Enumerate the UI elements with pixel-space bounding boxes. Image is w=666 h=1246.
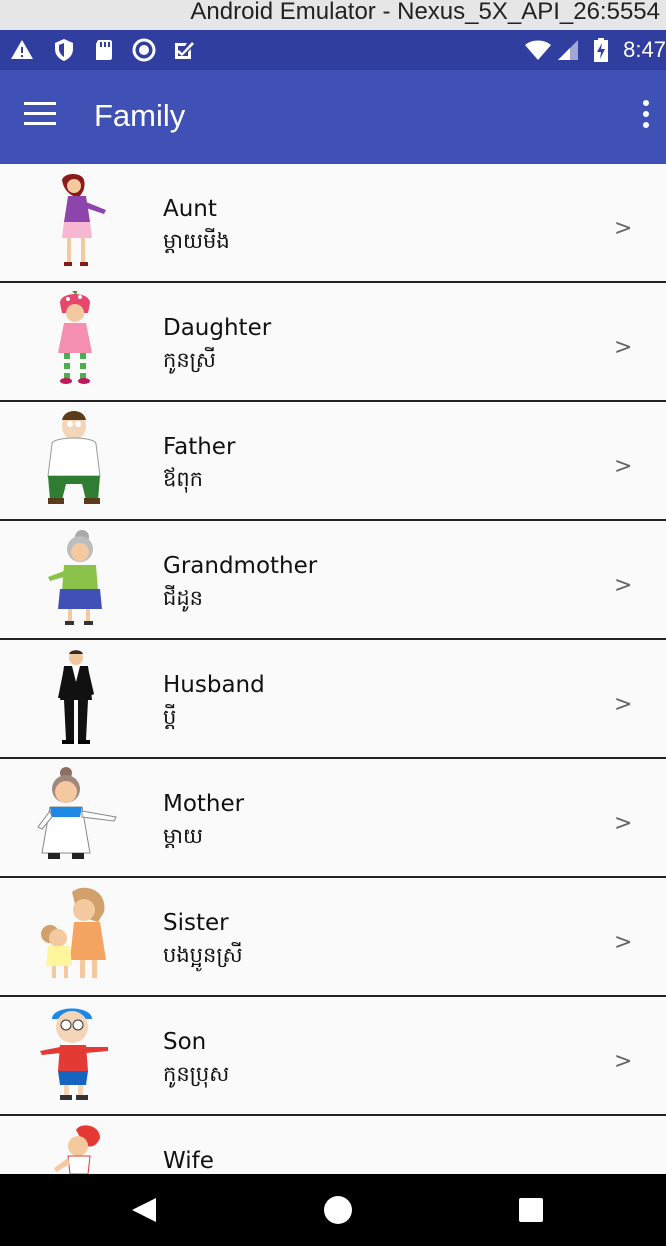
husband-illustration [58, 650, 94, 744]
wife-illustration [54, 1125, 100, 1174]
list-item-father[interactable]: Father ឪពុក > [0, 402, 666, 521]
recents-icon[interactable] [519, 1198, 543, 1222]
daughter-illustration [58, 291, 92, 384]
battery-charging-icon [594, 38, 608, 62]
hamburger-menu-icon[interactable] [20, 98, 60, 138]
wifi-icon [525, 40, 551, 60]
emulator-window-title: Android Emulator - Nexus_5X_API_26:5554 [0, 0, 666, 30]
chevron-right-icon: > [614, 454, 633, 479]
aunt-illustration [62, 174, 106, 266]
chevron-right-icon: > [614, 692, 633, 717]
item-khmer: ឪពុក [163, 467, 203, 491]
item-name: Husband [163, 672, 265, 698]
overflow-menu-icon[interactable] [638, 100, 654, 136]
mother-illustration [37, 767, 117, 859]
list-item-grandmother[interactable]: Grandmother ជីដូន > [0, 521, 666, 640]
item-name: Daughter [163, 315, 272, 341]
item-khmer: ប្ដី [163, 705, 177, 729]
list-item-husband[interactable]: Husband ប្ដី > [0, 640, 666, 759]
shield-icon [55, 39, 73, 61]
chevron-right-icon: > [614, 1049, 633, 1074]
cell-signal-icon [558, 40, 578, 60]
item-khmer: ម្ដាយមីង [163, 229, 230, 253]
item-khmer: ម្ដាយ [163, 824, 203, 848]
item-name: Father [163, 434, 236, 460]
app-bar: Family [0, 70, 666, 164]
back-icon[interactable] [130, 1196, 158, 1224]
list-item-wife[interactable]: Wife [0, 1116, 666, 1174]
chevron-right-icon: > [614, 811, 633, 836]
page-title: Family [94, 98, 186, 133]
list-item-sister[interactable]: Sister បងប្អូនស្រី > [0, 878, 666, 997]
chevron-right-icon: > [614, 216, 633, 241]
window-title-text: Android Emulator - Nexus_5X_API_26:5554 [190, 0, 660, 25]
item-name: Son [163, 1029, 207, 1055]
son-illustration [40, 1008, 108, 1100]
system-nav-bar [0, 1174, 666, 1246]
sd-card-icon [96, 40, 112, 60]
item-khmer: កូនប្រុស [163, 1062, 230, 1086]
item-name: Wife [163, 1148, 214, 1174]
status-time: 8:47 [623, 37, 666, 62]
item-khmer: កូនស្រី [163, 348, 216, 372]
list-item-daughter[interactable]: Daughter កូនស្រី > [0, 283, 666, 402]
item-name: Mother [163, 791, 245, 817]
chevron-right-icon: > [614, 930, 633, 955]
item-khmer: បងប្អូនស្រី [163, 943, 243, 967]
item-khmer: ជីដូន [163, 586, 203, 610]
sync-circle-icon [132, 38, 156, 62]
list-item-son[interactable]: Son កូនប្រុស > [0, 997, 666, 1116]
home-icon[interactable] [324, 1196, 352, 1224]
item-name: Sister [163, 910, 229, 936]
chevron-right-icon: > [614, 573, 633, 598]
list-item-mother[interactable]: Mother ម្ដាយ > [0, 759, 666, 878]
status-bar: 8:47 [0, 30, 666, 70]
warning-icon [11, 40, 33, 59]
checkbox-icon [175, 42, 194, 59]
family-list[interactable]: Aunt ម្ដាយមីង > Daughter កូនស្រី > Fathe… [0, 164, 666, 1174]
item-name: Aunt [163, 196, 217, 222]
sister-illustration [41, 887, 106, 978]
grandmother-illustration [48, 530, 102, 625]
chevron-right-icon: > [614, 335, 633, 360]
father-illustration [47, 411, 101, 504]
list-item-aunt[interactable]: Aunt ម្ដាយមីង > [0, 164, 666, 283]
item-name: Grandmother [163, 553, 318, 579]
